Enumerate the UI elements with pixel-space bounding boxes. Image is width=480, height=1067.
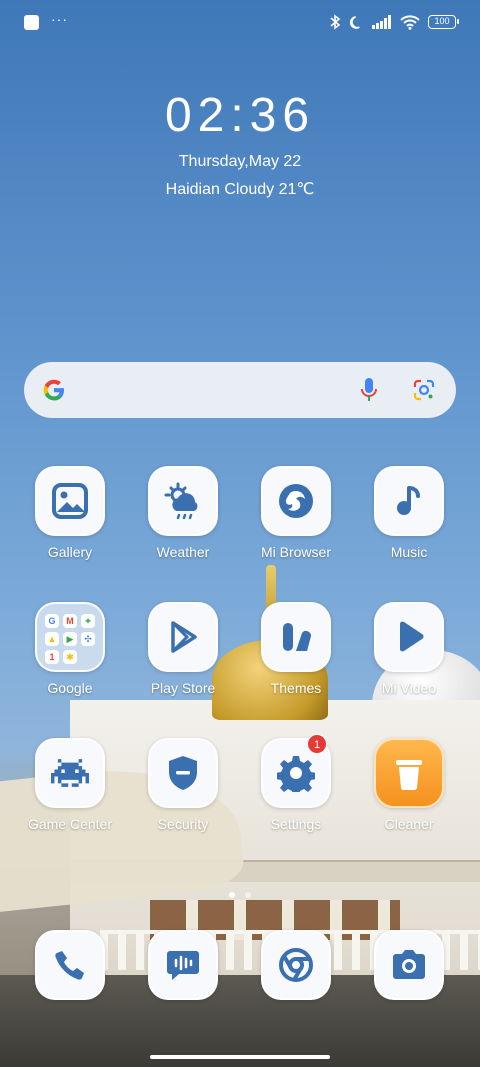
app-mi-browser[interactable]: Mi Browser bbox=[236, 466, 356, 560]
google-search-bar[interactable] bbox=[24, 362, 456, 418]
more-dots-icon: ··· bbox=[51, 11, 68, 27]
messages-icon bbox=[148, 930, 218, 1000]
photos-mini-icon: ✣ bbox=[81, 632, 95, 646]
app-label: Google bbox=[47, 680, 93, 696]
app-google-folder[interactable]: G M ⌖ ▲ ▶ ✣ 1 ✱ Google bbox=[10, 602, 130, 696]
app-label: Weather bbox=[156, 544, 210, 560]
folder-icon: G M ⌖ ▲ ▶ ✣ 1 ✱ bbox=[35, 602, 105, 672]
dock-messages[interactable] bbox=[123, 930, 243, 1000]
dock-camera[interactable] bbox=[349, 930, 469, 1000]
app-label: Game Center bbox=[27, 816, 113, 832]
browser-icon bbox=[261, 466, 331, 536]
app-gallery[interactable]: Gallery bbox=[10, 466, 130, 560]
app-mi-video[interactable]: Mi Video bbox=[349, 602, 469, 696]
battery-indicator: 100 bbox=[428, 15, 459, 29]
drive-mini-icon: ▲ bbox=[45, 632, 59, 646]
google-lens-icon[interactable] bbox=[412, 378, 436, 402]
app-security[interactable]: Security bbox=[123, 738, 243, 832]
clock-time: 02:36 bbox=[164, 89, 316, 142]
clock-date: Thursday,May 22 bbox=[178, 153, 302, 170]
app-cleaner[interactable]: Cleaner bbox=[349, 738, 469, 832]
app-label: Gallery bbox=[47, 544, 93, 560]
page-dot-active bbox=[229, 892, 235, 898]
status-bar: ··· 100 bbox=[24, 10, 459, 34]
trash-icon bbox=[374, 738, 444, 808]
app-game-center[interactable]: Game Center bbox=[10, 738, 130, 832]
music-icon bbox=[374, 466, 444, 536]
one-mini-icon: 1 bbox=[45, 650, 59, 664]
app-label: Cleaner bbox=[384, 816, 434, 832]
app-music[interactable]: Music bbox=[349, 466, 469, 560]
camera-icon bbox=[374, 930, 444, 1000]
app-label: Mi Video bbox=[381, 680, 437, 696]
gmail-mini-icon: G bbox=[45, 614, 59, 628]
app-weather[interactable]: Weather bbox=[123, 466, 243, 560]
app-label: Themes bbox=[270, 680, 322, 696]
notification-square-icon bbox=[24, 14, 39, 30]
gmail-mini-icon: M bbox=[63, 614, 77, 628]
home-indicator[interactable] bbox=[150, 1055, 330, 1059]
app-themes[interactable]: Themes bbox=[236, 602, 356, 696]
themes-icon bbox=[261, 602, 331, 672]
app-label: Play Store bbox=[150, 680, 216, 696]
wifi-icon bbox=[400, 14, 420, 30]
play-store-icon bbox=[148, 602, 218, 672]
clock-widget[interactable]: 02:36 Thursday,May 22 Haidian Cloudy 21℃ bbox=[0, 88, 480, 199]
page-indicator bbox=[0, 892, 480, 898]
weather-icon bbox=[148, 466, 218, 536]
video-icon bbox=[374, 602, 444, 672]
app-label: Mi Browser bbox=[260, 544, 331, 560]
clock-weather: Haidian Cloudy 21℃ bbox=[165, 181, 315, 198]
app-play-store[interactable]: Play Store bbox=[123, 602, 243, 696]
page-dot bbox=[245, 892, 251, 898]
phone-icon bbox=[35, 930, 105, 1000]
game-center-icon bbox=[35, 738, 105, 808]
chrome-icon bbox=[261, 930, 331, 1000]
shield-icon bbox=[148, 738, 218, 808]
app-label: Settings bbox=[270, 816, 322, 832]
gallery-icon bbox=[35, 466, 105, 536]
pinwheel-mini-icon: ✱ bbox=[63, 650, 77, 664]
meet-mini-icon: ▶ bbox=[63, 632, 77, 646]
app-label: Security bbox=[157, 816, 209, 832]
dock-chrome[interactable] bbox=[236, 930, 356, 1000]
gear-icon: 1 bbox=[261, 734, 331, 808]
app-label: Music bbox=[390, 544, 428, 560]
maps-mini-icon: ⌖ bbox=[81, 614, 95, 628]
notification-badge: 1 bbox=[307, 734, 327, 754]
signal-icon bbox=[372, 15, 391, 29]
google-logo-icon bbox=[43, 379, 64, 401]
bluetooth-icon bbox=[330, 14, 341, 30]
moon-icon bbox=[349, 15, 360, 29]
microphone-icon[interactable] bbox=[360, 377, 378, 403]
dock-phone[interactable] bbox=[10, 930, 130, 1000]
app-settings[interactable]: 1 Settings bbox=[236, 734, 356, 832]
